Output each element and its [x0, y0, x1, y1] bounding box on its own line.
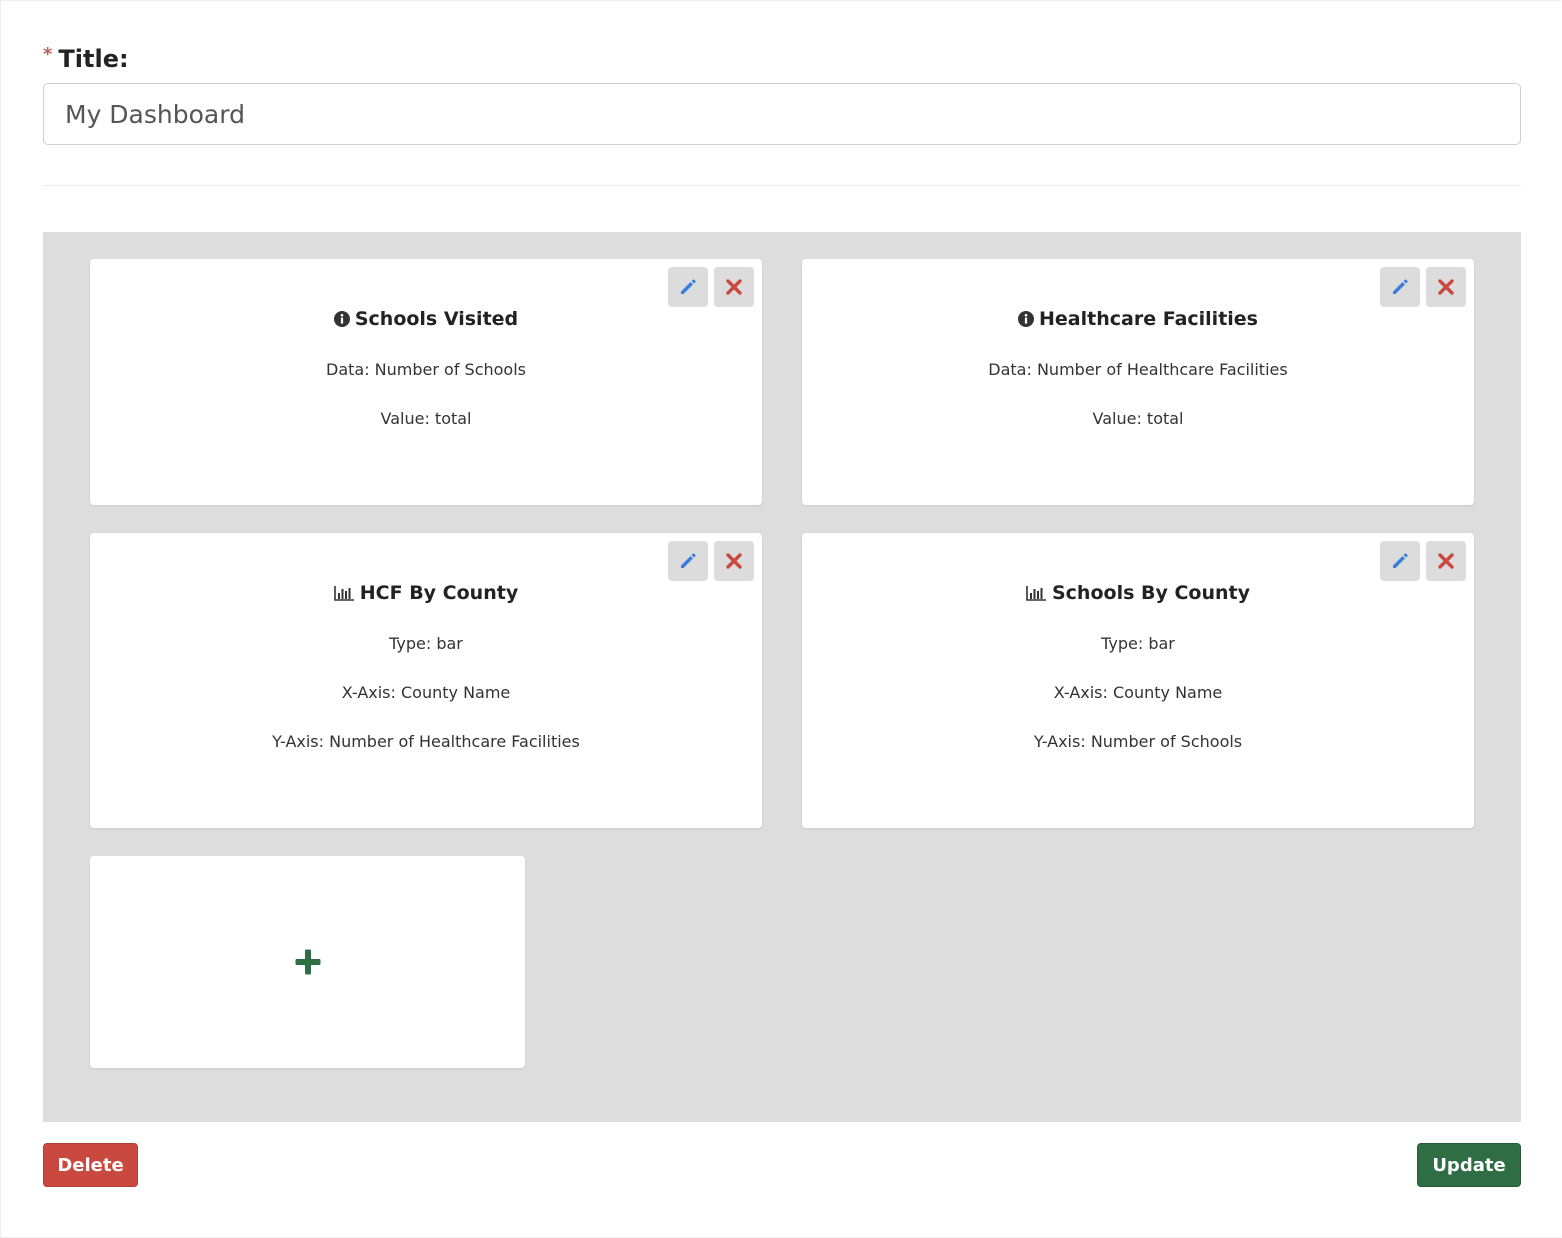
widget-card-schools-by-county: Schools By County Type: bar X-Axis: Coun…	[802, 533, 1474, 828]
card-detail-line: Data: Number of Schools	[326, 360, 526, 379]
card-detail-line: X-Axis: County Name	[341, 683, 511, 702]
add-widget-button[interactable]	[90, 856, 525, 1068]
remove-widget-button[interactable]	[714, 541, 754, 581]
pencil-icon	[1393, 279, 1408, 294]
title-label: Title:	[58, 45, 129, 73]
delete-button[interactable]: Delete	[43, 1143, 138, 1187]
card-body: HCF By County Type: bar X-Axis: County N…	[90, 580, 762, 755]
card-title: Healthcare Facilities	[1039, 308, 1258, 330]
edit-widget-button[interactable]	[1380, 541, 1420, 581]
close-icon	[726, 279, 742, 295]
info-circle-icon	[333, 311, 350, 327]
pencil-icon	[681, 279, 696, 294]
dashboard-widget-area: Schools Visited Data: Number of Schools …	[43, 232, 1521, 1122]
card-detail-line: Type: bar	[1101, 634, 1175, 653]
title-label-row: * Title:	[43, 42, 129, 76]
card-title: HCF By County	[359, 582, 519, 604]
card-title-row: HCF By County	[90, 580, 762, 606]
required-marker: *	[43, 43, 53, 65]
title-input[interactable]	[43, 83, 1521, 145]
card-title: Schools By County	[1051, 582, 1250, 604]
widget-card-hcf-by-county: HCF By County Type: bar X-Axis: County N…	[90, 533, 762, 828]
info-circle-icon	[1018, 311, 1035, 327]
card-detail-line: Value: total	[380, 409, 472, 428]
widget-card-healthcare-facilities: Healthcare Facilities Data: Number of He…	[802, 259, 1474, 505]
close-icon	[1438, 279, 1454, 295]
update-button[interactable]: Update	[1417, 1143, 1521, 1187]
remove-widget-button[interactable]	[1426, 267, 1466, 307]
edit-widget-button[interactable]	[668, 541, 708, 581]
card-detail-line: Value: total	[1092, 409, 1184, 428]
bar-chart-icon	[1026, 586, 1046, 601]
remove-widget-button[interactable]	[1426, 541, 1466, 581]
remove-widget-button[interactable]	[714, 267, 754, 307]
card-body: Healthcare Facilities Data: Number of He…	[802, 306, 1474, 432]
plus-icon	[295, 949, 320, 975]
pencil-icon	[1393, 553, 1408, 568]
close-icon	[1438, 553, 1454, 569]
card-detail-line: Y-Axis: Number of Healthcare Facilities	[272, 732, 580, 751]
edit-widget-button[interactable]	[668, 267, 708, 307]
card-body: Schools By County Type: bar X-Axis: Coun…	[802, 580, 1474, 755]
card-detail-line: Data: Number of Healthcare Facilities	[988, 360, 1288, 379]
edit-widget-button[interactable]	[1380, 267, 1420, 307]
close-icon	[726, 553, 742, 569]
card-title: Schools Visited	[354, 308, 519, 330]
bar-chart-icon	[333, 586, 354, 601]
section-divider	[43, 185, 1521, 186]
pencil-icon	[681, 553, 696, 568]
card-actions	[1380, 541, 1466, 581]
card-detail-line: Y-Axis: Number of Schools	[1033, 732, 1243, 751]
card-actions	[668, 541, 754, 581]
card-title-row: Schools By County	[802, 580, 1474, 606]
card-detail-line: X-Axis: County Name	[1053, 683, 1223, 702]
card-actions	[668, 267, 754, 307]
card-detail-line: Type: bar	[389, 634, 463, 653]
card-actions	[1380, 267, 1466, 307]
card-title-row: Schools Visited	[90, 306, 762, 332]
widget-card-schools-visited: Schools Visited Data: Number of Schools …	[90, 259, 762, 505]
card-title-row: Healthcare Facilities	[802, 306, 1474, 332]
card-body: Schools Visited Data: Number of Schools …	[90, 306, 762, 432]
